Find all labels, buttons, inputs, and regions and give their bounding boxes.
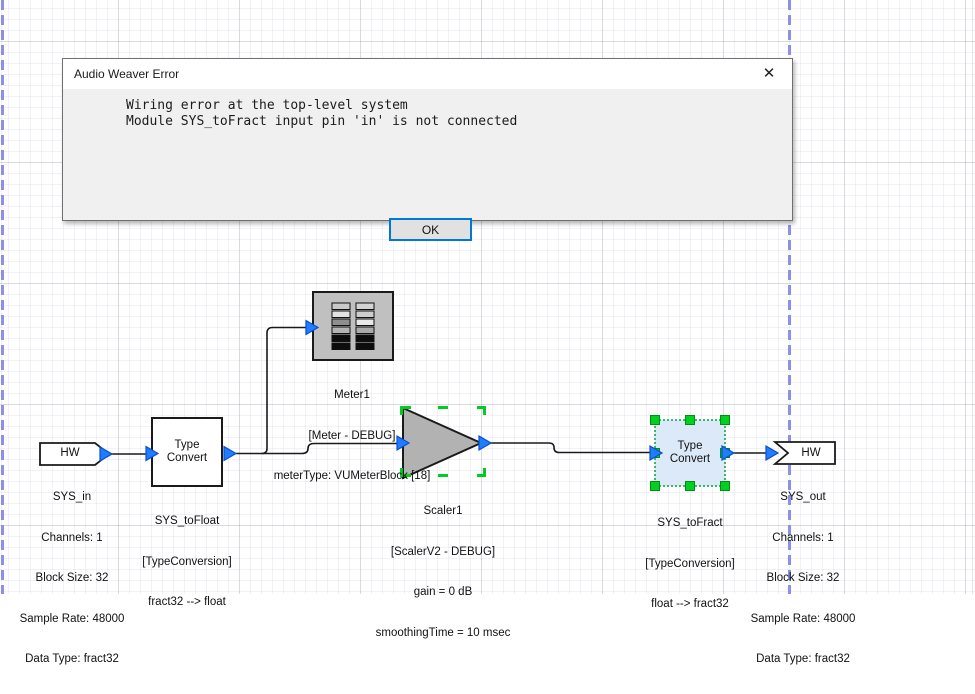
meter-led-segment [356,319,374,326]
hw-out-caption: SYS_out Channels: 1 Block Size: 32 Sampl… [751,464,856,694]
meter-led-segment [332,327,350,334]
output-pin-icon[interactable] [100,447,112,461]
hw-in-caption: SYS_in Channels: 1 Block Size: 32 Sample… [20,464,125,694]
design-canvas[interactable]: HW TypeConvert TypeConvert HW SYS_in Cha… [0,0,975,594]
meter-led-segment [356,343,374,350]
ok-button[interactable]: OK [389,218,472,241]
meter-led-segment [332,335,350,342]
meter-led-segment [356,311,374,318]
hw-in-label: HW [60,447,79,460]
type-convert-tofract-caption: SYS_toFract [TypeConversion] float --> f… [645,490,735,639]
error-dialog: Audio Weaver Error ✕ Wiring error at the… [62,58,793,221]
type-convert-tofract-label: TypeConvert [670,440,710,465]
meter-led-segment [332,319,350,326]
output-pin-icon[interactable] [224,447,236,461]
selection-handle[interactable] [721,416,730,425]
input-pin-icon[interactable] [766,446,778,460]
meter-led-segment [356,335,374,342]
type-convert-tofloat-label: TypeConvert [167,439,207,464]
selection-handle [477,468,485,476]
wire[interactable] [490,443,651,453]
hw-out-label: HW [801,447,820,460]
meter-led-segment [332,343,350,350]
meter-led-segment [356,327,374,334]
selection-handle [477,408,485,416]
type-convert-tofloat-caption: SYS_toFloat [TypeConversion] fract32 -->… [142,488,232,637]
selection-handle[interactable] [651,416,660,425]
dialog-body: Wiring error at the top-level systemModu… [63,89,792,221]
meter-led-segment [332,311,350,318]
meter-block[interactable] [313,292,393,360]
dialog-titlebar[interactable]: Audio Weaver Error ✕ [63,59,792,89]
meter-led-segment [356,303,374,310]
close-icon[interactable]: ✕ [748,59,790,88]
meter-led-segment [332,303,350,310]
selection-handle[interactable] [686,416,695,425]
dialog-title: Audio Weaver Error [74,67,179,81]
output-pin-icon[interactable] [479,436,491,450]
error-message: Wiring error at the top-level systemModu… [126,98,517,129]
scaler-caption: Scaler1 [ScalerV2 - DEBUG] gain = 0 dB s… [376,478,511,667]
